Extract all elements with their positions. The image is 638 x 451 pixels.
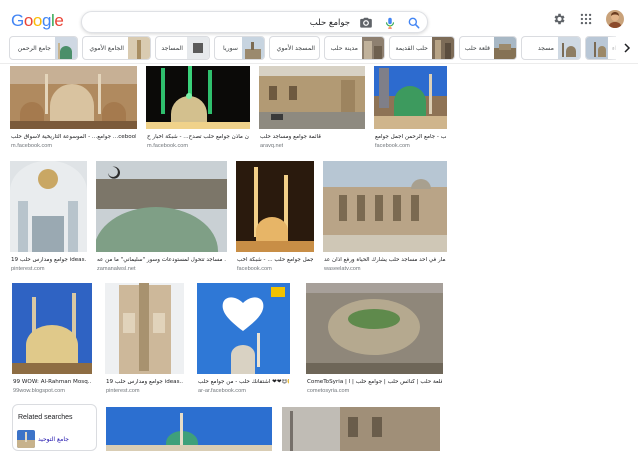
chip-thumb — [128, 37, 150, 59]
chip-old-aleppo[interactable]: حلب القديمة — [389, 36, 455, 60]
result-tile[interactable]: دمار في أحد مساجد حلب يشارك الحياة ورفع … — [323, 161, 447, 273]
search-box[interactable] — [81, 11, 428, 33]
chip-thumb — [362, 37, 384, 59]
result-image[interactable] — [106, 407, 272, 451]
result-image[interactable] — [96, 161, 227, 252]
result-image[interactable] — [282, 407, 440, 451]
chip-aleppo-citadel[interactable]: قلعة حلب — [459, 36, 517, 60]
related-search-item[interactable]: جامع التوحيد — [17, 430, 69, 448]
result-image[interactable] — [236, 161, 314, 252]
chips-next-button[interactable] — [616, 36, 638, 60]
chip-thumb — [55, 37, 77, 59]
camera-icon[interactable] — [359, 16, 373, 30]
chip-umayyad-mosque[interactable]: المسجد الأموي — [269, 36, 320, 60]
related-searches-title: Related searches — [18, 414, 73, 421]
result-image[interactable] — [259, 66, 365, 129]
divider — [0, 63, 638, 64]
related-searches-panel: Related searches جامع التوحيد — [12, 404, 97, 451]
result-tile[interactable]: 99 WOW: Al-Rahman Mosq... 99wow.blogspot… — [12, 283, 92, 398]
settings-icon[interactable] — [552, 12, 566, 26]
result-tile[interactable]: اشتقانك حلب - من جوامع حلب ❤❤😍🥺... ar-ar… — [197, 283, 290, 398]
result-tile[interactable]: الآن مآذن جوامع حلب تصدح... - شبكة أخبار… — [146, 66, 250, 152]
microphone-icon[interactable] — [383, 16, 397, 30]
search-icon[interactable] — [407, 16, 421, 30]
result-image[interactable] — [374, 66, 447, 129]
result-image[interactable] — [10, 66, 137, 129]
chip-thumb — [187, 37, 209, 59]
result-tile[interactable]: من اجمل جوامع حلب ... - شبكة اخب... face… — [236, 161, 314, 273]
chip-thumb — [558, 37, 580, 59]
chip-syria[interactable]: سوريا — [214, 36, 265, 60]
result-tile[interactable]: 19 جوامع ومدارس حلب ideas... pinterest.c… — [10, 161, 87, 273]
result-image[interactable] — [323, 161, 447, 252]
result-tile[interactable]: 19 جوامع ومدارس حلب ideas... pinterest.c… — [105, 283, 184, 398]
chip-thumb — [432, 37, 454, 59]
chip-mosques[interactable]: المساجد — [155, 36, 210, 60]
chip-thumb — [494, 37, 516, 59]
result-tile[interactable]: جوامع... - الموسوعة التاريخية لأسواق حلب… — [10, 66, 137, 152]
result-image[interactable] — [146, 66, 250, 129]
result-tile[interactable]: حلب - جامع الرحمن أجمل جوامع... facebook… — [374, 66, 447, 152]
result-tile[interactable]: حلب.. مساجد تتحول لمستودعات وسور "سليمان… — [96, 161, 227, 273]
result-image[interactable] — [12, 283, 92, 374]
chip-thumb — [242, 37, 264, 59]
chip-mosque[interactable]: مسجد — [521, 36, 581, 60]
chip-al-rahman-mosque[interactable]: جامع الرحمن — [9, 36, 78, 60]
google-logo[interactable]: Google — [11, 11, 64, 31]
result-tile[interactable]: قائمة جوامع ومساجد حلب aravq.net — [259, 66, 365, 152]
filter-chips-bar: الشهداء مسجد قلعة حلب حلب القديمة مدينة … — [0, 36, 638, 62]
chip-thumb — [586, 37, 608, 59]
top-bar: Google — [0, 0, 638, 38]
apps-grid-icon[interactable] — [579, 12, 593, 26]
result-tile[interactable]: ComeToSyria | حلب | قلعة حلب | كنائس حلب… — [306, 283, 443, 398]
result-image[interactable] — [197, 283, 290, 374]
result-image[interactable] — [306, 283, 443, 374]
result-image[interactable] — [105, 283, 184, 374]
chevron-right-icon — [624, 43, 631, 53]
chip-great-umayyad-mosque[interactable]: الجامع الأموي — [82, 36, 151, 60]
avatar[interactable] — [606, 10, 624, 28]
related-thumb — [17, 430, 35, 448]
chip-aleppo-city[interactable]: مدينة حلب — [324, 36, 385, 60]
result-image[interactable] — [10, 161, 87, 252]
page: { "header": { "logo": {"letters": ["G","… — [0, 0, 638, 451]
search-input[interactable] — [120, 15, 350, 30]
